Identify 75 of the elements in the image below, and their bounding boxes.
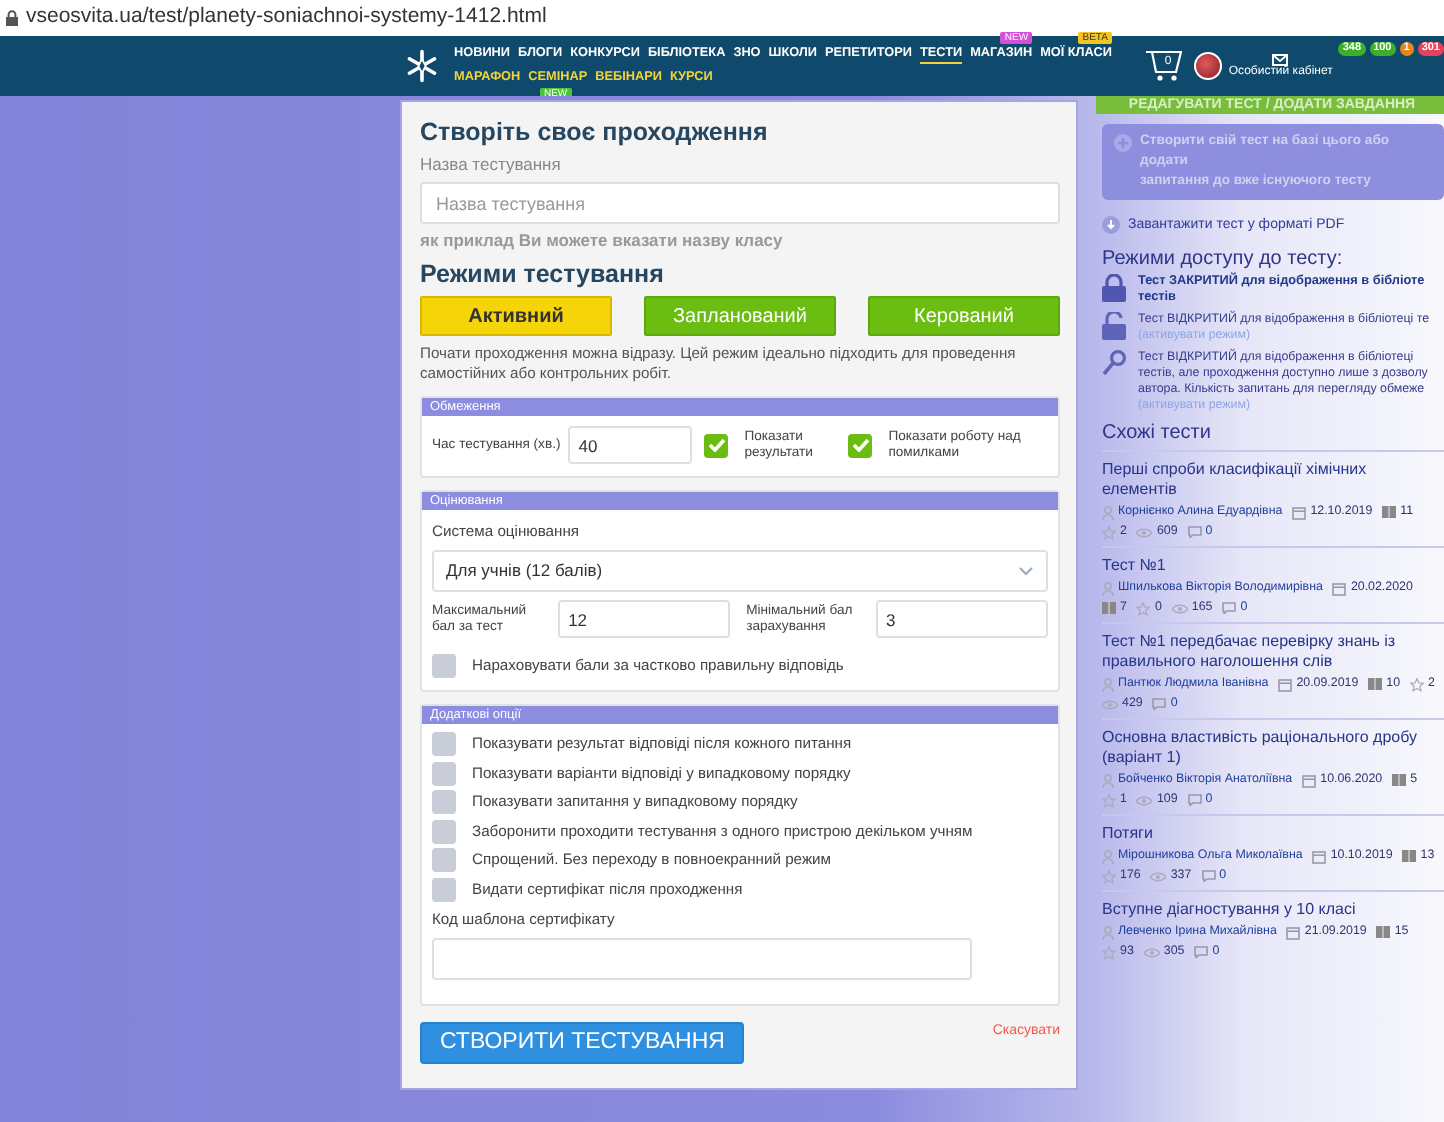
checkbox[interactable]: [432, 877, 456, 901]
test-title-link[interactable]: Тест №1: [1102, 556, 1444, 576]
download-icon: [1102, 216, 1120, 234]
eye-icon: [1136, 527, 1153, 537]
calendar-icon: [1302, 773, 1317, 787]
checkbox[interactable]: [432, 654, 456, 678]
calendar-icon: [1292, 505, 1307, 519]
star-icon: [1102, 869, 1116, 883]
eye-icon: [1136, 795, 1153, 805]
chevron-icon: [1018, 566, 1034, 576]
plus-circle-icon: [1114, 134, 1132, 152]
star-icon: [1102, 525, 1116, 539]
test-title-link[interactable]: Потяги: [1102, 824, 1444, 844]
book-icon: [1392, 774, 1407, 786]
calendar-icon: [1332, 581, 1347, 595]
mail-icon[interactable]: [1272, 53, 1289, 65]
test-title-link[interactable]: Тест №1 передбачає перевірку знань із правильного наголошення слів: [1102, 632, 1444, 672]
checkbox[interactable]: [848, 433, 873, 457]
comment-icon: [1194, 946, 1209, 958]
lock-icon: [1102, 274, 1126, 302]
section-title: Режими тестування: [420, 260, 666, 290]
mode-tab[interactable]: Активний: [420, 296, 612, 336]
comment-icon: [1222, 602, 1237, 614]
star-icon: [1410, 677, 1425, 691]
user-icon: [1102, 925, 1114, 939]
checkbox[interactable]: [432, 819, 456, 843]
star-icon: [1102, 793, 1116, 807]
test-title-link[interactable]: Вступне діагностування у 10 класі: [1102, 900, 1444, 920]
modal-title: Створіть своє проходження: [420, 118, 770, 148]
name-input[interactable]: Назва тестування: [420, 182, 1060, 224]
eye-icon: [1143, 947, 1160, 957]
checkbox[interactable]: [432, 732, 456, 756]
hint-text: як приклад Ви можете вказати назву класу: [420, 230, 785, 250]
eye-icon: [1171, 603, 1188, 613]
user-icon: [1102, 505, 1114, 519]
book-icon: [1102, 602, 1116, 614]
time-input[interactable]: 40: [568, 426, 693, 464]
lock-icon: [6, 10, 18, 26]
min-score-input[interactable]: 3: [876, 600, 1048, 638]
book-icon: [1402, 850, 1417, 862]
comment-icon: [1201, 870, 1216, 882]
comment-icon: [1187, 794, 1202, 806]
user-icon: [1102, 773, 1114, 787]
grading-select[interactable]: Для учнів (12 балів): [432, 550, 1048, 592]
avatar[interactable]: [1194, 52, 1223, 80]
calendar-icon: [1312, 849, 1327, 863]
checkbox[interactable]: [432, 761, 456, 785]
calendar-icon: [1278, 677, 1293, 691]
comment-icon: [1187, 526, 1202, 538]
book-icon: [1382, 506, 1397, 518]
certificate-code-input[interactable]: [432, 937, 972, 979]
checkbox[interactable]: [432, 790, 456, 814]
section-title: Режими доступу до тесту:: [1102, 250, 1345, 268]
test-title-link[interactable]: Основна властивість раціонального дробу (варіант 1): [1102, 728, 1444, 768]
eye-icon: [1150, 871, 1167, 881]
user-icon: [1102, 849, 1114, 863]
user-icon: [1102, 581, 1114, 595]
unlocked-icon: [1102, 312, 1126, 340]
section-title: Схожі тести: [1102, 424, 1213, 442]
cart-icon[interactable]: [1146, 50, 1183, 82]
calendar-icon: [1286, 925, 1301, 939]
field-label: Назва тестування: [420, 154, 563, 174]
book-icon: [1368, 678, 1383, 690]
star-icon: [1136, 601, 1151, 615]
user-icon: [1102, 677, 1114, 691]
logo-icon[interactable]: [404, 48, 440, 84]
url-text[interactable]: vseosvita.ua/test/planety-soniachnoi-systemy-1412.html: [26, 2, 547, 34]
test-title-link[interactable]: Перші спроби класифікації хімічних елементів: [1102, 460, 1444, 500]
eye-icon: [1102, 699, 1118, 709]
book-icon: [1376, 926, 1391, 938]
checkbox[interactable]: [704, 433, 729, 457]
star-icon: [1102, 945, 1116, 959]
checkbox[interactable]: [432, 848, 456, 872]
comment-icon: [1152, 698, 1167, 710]
max-score-input[interactable]: 12: [558, 600, 731, 638]
